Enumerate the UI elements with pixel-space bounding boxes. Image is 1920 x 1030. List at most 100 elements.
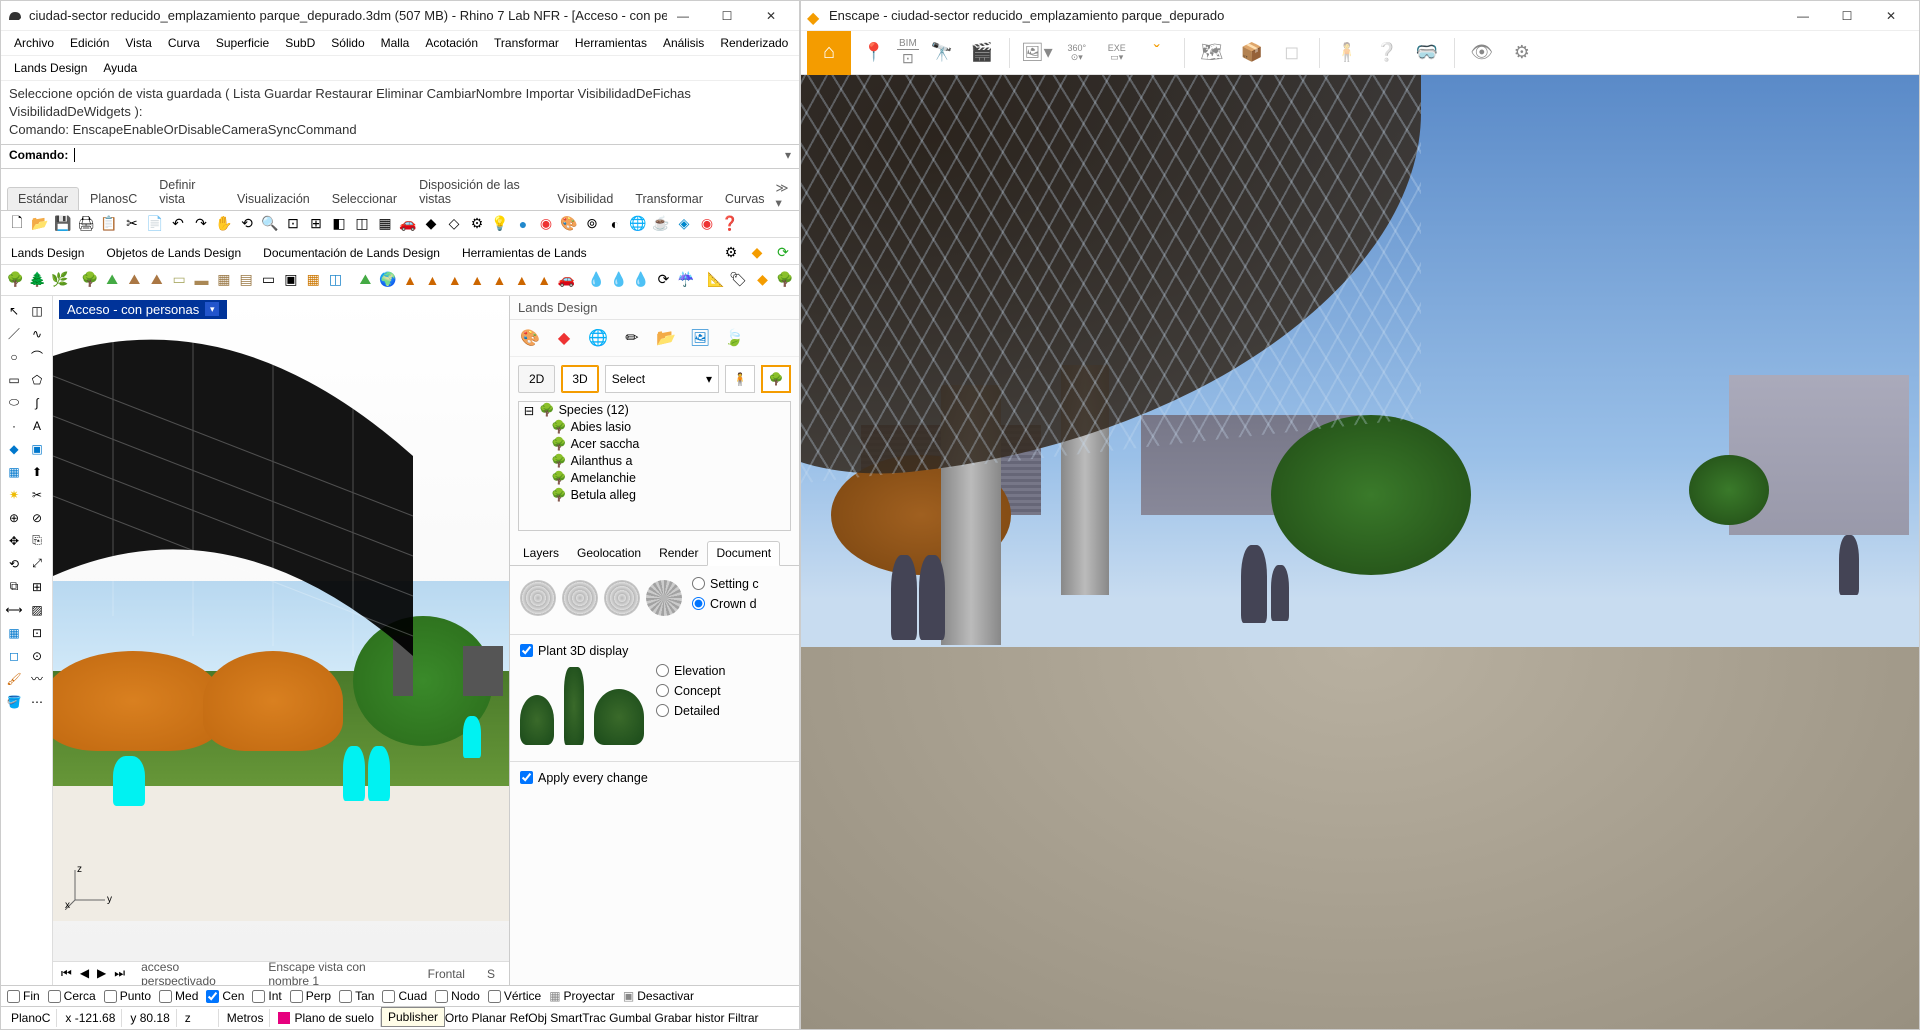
tabs-overflow-icon[interactable]: ≫ ▾: [776, 180, 795, 210]
tab-ld-objetos[interactable]: Objetos de Lands Design: [102, 242, 245, 264]
ld-water2-icon[interactable]: 💧: [609, 269, 629, 291]
menu-renderizado[interactable]: Renderizado: [713, 33, 795, 53]
ens-close-button[interactable]: ✕: [1875, 5, 1907, 27]
ens-map-icon[interactable]: 🗺: [1195, 36, 1229, 70]
line-icon[interactable]: ／: [3, 323, 25, 345]
ld-terrain4-icon[interactable]: ⛰: [147, 269, 167, 291]
vp-next-icon[interactable]: ▶: [95, 966, 108, 981]
ens-exe-button[interactable]: EXE▭▾: [1100, 36, 1134, 70]
ld-terrain-a-icon[interactable]: ⛰: [355, 269, 375, 291]
tab-ld-doc[interactable]: Documentación de Lands Design: [259, 242, 444, 264]
tab-transformar-tab[interactable]: Transformar: [624, 187, 714, 210]
new-icon[interactable]: 🗋: [7, 214, 27, 234]
mesh-tool-icon[interactable]: ▦: [3, 461, 25, 483]
cut-icon[interactable]: ✂: [122, 214, 142, 234]
viewport-title[interactable]: Acceso - con personas ▾: [59, 300, 227, 319]
arc-icon[interactable]: ⌒: [26, 346, 48, 368]
menu-superficie[interactable]: Superficie: [209, 33, 276, 53]
trim-icon[interactable]: ✂: [26, 484, 48, 506]
fill-icon[interactable]: 🪣: [3, 691, 25, 713]
ld-t2-icon[interactable]: ▲: [422, 269, 442, 291]
tab-geolocation[interactable]: Geolocation: [568, 541, 650, 565]
text-icon[interactable]: A: [26, 415, 48, 437]
open-icon[interactable]: 📂: [30, 214, 50, 234]
osnap-cen[interactable]: Cen: [206, 989, 244, 1003]
lasso-icon[interactable]: ◫: [26, 300, 48, 322]
menu-solido[interactable]: Sólido: [324, 33, 371, 53]
ld-stairs-icon[interactable]: ▤: [236, 269, 256, 291]
ld-zone-icon[interactable]: ▦: [303, 269, 323, 291]
ens-vr-icon[interactable]: 🥽: [1410, 36, 1444, 70]
settings-icon[interactable]: ⚙: [467, 214, 487, 234]
thumb-3[interactable]: [604, 580, 640, 616]
ens-screenshot-icon[interactable]: 🖼▾: [1020, 36, 1054, 70]
gem-icon[interactable]: ◈: [674, 214, 694, 234]
tab-render[interactable]: Render: [650, 541, 707, 565]
ens-settings-icon[interactable]: ⚙: [1505, 36, 1539, 70]
add-plant-button[interactable]: 🌳: [761, 365, 791, 393]
menu-archivo[interactable]: Archivo: [7, 33, 61, 53]
osnap-fin[interactable]: Fin: [7, 989, 40, 1003]
brush-icon[interactable]: 🖌: [3, 668, 25, 690]
ld-shrub-icon[interactable]: 🌿: [50, 269, 70, 291]
pan-icon[interactable]: ✋: [214, 214, 234, 234]
copy-tool-icon[interactable]: ⎘: [26, 530, 48, 552]
ens-maximize-button[interactable]: ☐: [1831, 5, 1863, 27]
tab-ld-main[interactable]: Lands Design: [7, 242, 88, 264]
ens-bim-button[interactable]: BIM ⊡: [897, 38, 919, 67]
polyline-icon[interactable]: ∿: [26, 323, 48, 345]
species-item-4[interactable]: 🌳Betula alleg: [519, 487, 790, 504]
osnap-desactivar[interactable]: ▣Desactivar: [623, 989, 694, 1003]
leaf-icon[interactable]: 🍃: [722, 326, 746, 350]
command-line[interactable]: Comando: ▾: [1, 145, 799, 169]
ld-t6-icon[interactable]: ▲: [512, 269, 532, 291]
render-icon[interactable]: ●: [513, 214, 533, 234]
dim-icon[interactable]: ⟷: [3, 599, 25, 621]
rect-icon[interactable]: ▭: [3, 369, 25, 391]
polygon-icon[interactable]: ⬠: [26, 369, 48, 391]
radio-crown[interactable]: Crown d: [692, 594, 789, 614]
ld-t7-icon[interactable]: ▲: [534, 269, 554, 291]
arrow-icon[interactable]: ↖: [3, 300, 25, 322]
status-layer[interactable]: Plano de suelo: [272, 1009, 380, 1027]
ens-home-button[interactable]: ⌂: [807, 31, 851, 75]
osnap-tan[interactable]: Tan: [339, 989, 374, 1003]
ld-water1-icon[interactable]: 💧: [586, 269, 606, 291]
hatch-icon[interactable]: ▨: [26, 599, 48, 621]
ld-water3-icon[interactable]: 💧: [631, 269, 651, 291]
vp-last-icon[interactable]: ⏭: [112, 966, 127, 981]
ld-fence-icon[interactable]: ▦: [214, 269, 234, 291]
more-icon[interactable]: ⋯: [26, 691, 48, 713]
help-icon[interactable]: ❓: [720, 214, 740, 234]
species-item-1[interactable]: 🌳Acer saccha: [519, 436, 790, 453]
ld-earth-icon[interactable]: 🌍: [378, 269, 398, 291]
minimize-button[interactable]: —: [667, 5, 699, 27]
join-icon[interactable]: ⊕: [3, 507, 25, 529]
tab-layers[interactable]: Layers: [514, 541, 568, 565]
cylinder-icon[interactable]: ⊙: [26, 645, 48, 667]
ld-plant-icon[interactable]: 🌳: [775, 269, 795, 291]
filter-button[interactable]: 🧍: [725, 365, 755, 393]
gear-icon[interactable]: ⚙: [721, 243, 741, 263]
color-icon[interactable]: 🎨: [559, 214, 579, 234]
check-apply[interactable]: Apply every change: [520, 768, 789, 788]
btn-2d[interactable]: 2D: [518, 365, 555, 393]
menu-malla[interactable]: Malla: [374, 33, 417, 53]
menu-herramientas[interactable]: Herramientas: [568, 33, 654, 53]
tab-visualizacion[interactable]: Visualización: [226, 187, 321, 210]
tree-preview-1[interactable]: [520, 695, 554, 745]
ens-clapper-icon[interactable]: 🎬: [965, 36, 999, 70]
tab-definirvista[interactable]: Definir vista: [148, 173, 226, 210]
menu-edicion[interactable]: Edición: [63, 33, 116, 53]
osnap-nodo[interactable]: Nodo: [435, 989, 480, 1003]
image-icon[interactable]: 🖼: [688, 326, 712, 350]
species-item-2[interactable]: 🌳Ailanthus a: [519, 453, 790, 470]
species-tree[interactable]: ⊟ 🌳 Species (12) 🌳Abies lasio 🌳Acer sacc…: [518, 401, 791, 531]
cmd-dropdown-icon[interactable]: ▾: [785, 148, 791, 162]
vp-first-icon[interactable]: ⏮: [59, 966, 74, 981]
ld-t1-icon[interactable]: ▲: [400, 269, 420, 291]
ld-t3-icon[interactable]: ▲: [445, 269, 465, 291]
ld-bench-icon[interactable]: ▭: [258, 269, 278, 291]
menu-landsdesign[interactable]: Lands Design: [7, 58, 94, 78]
ens-walk-icon[interactable]: 🧍: [1330, 36, 1364, 70]
